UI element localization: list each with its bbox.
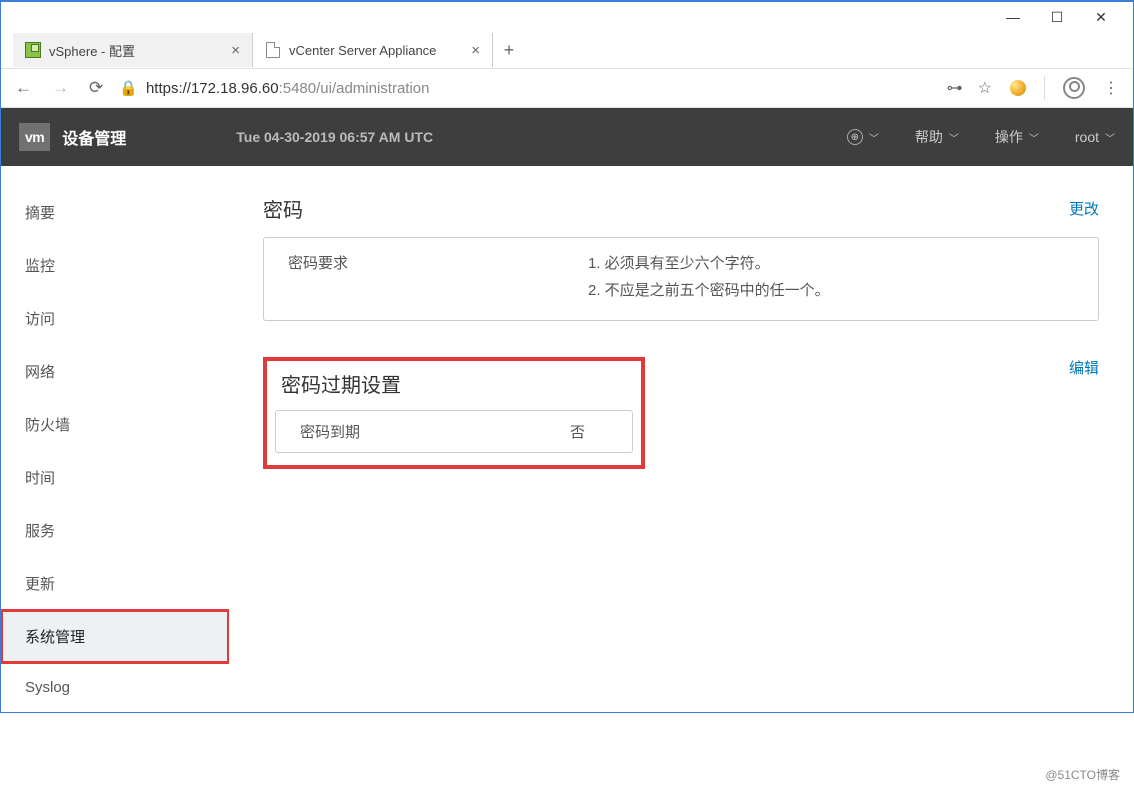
sidebar-item-summary[interactable]: 摘要 bbox=[1, 186, 229, 239]
password-section: 密码 更改 密码要求 1. 必须具有至少六个字符。 2. 不应是之前五个密码中的… bbox=[263, 194, 1099, 321]
reload-button[interactable]: ⟳ bbox=[89, 78, 103, 98]
url-path: /ui/administration bbox=[316, 80, 429, 97]
vsphere-icon bbox=[25, 42, 41, 58]
password-req-1: 1. 必须具有至少六个字符。 bbox=[588, 252, 1074, 273]
chevron-down-icon: ﹀ bbox=[1105, 130, 1115, 145]
language-menu[interactable]: ⊕ ﹀ bbox=[847, 129, 879, 145]
password-expiry-section: 密码过期设置 密码到期 否 编辑 bbox=[263, 357, 1099, 469]
password-req-2: 2. 不应是之前五个密码中的任一个。 bbox=[588, 279, 1074, 300]
close-tab-icon[interactable]: × bbox=[231, 42, 240, 59]
lock-icon: 🔒 bbox=[119, 79, 138, 97]
back-button[interactable]: ← bbox=[15, 78, 32, 98]
password-expiry-value: 否 bbox=[570, 421, 585, 442]
password-expiry-highlight: 密码过期设置 密码到期 否 bbox=[263, 357, 645, 469]
url-proto: https:// bbox=[146, 80, 191, 97]
globe-icon: ⊕ bbox=[847, 129, 863, 145]
tab-vcenter[interactable]: vCenter Server Appliance × bbox=[253, 33, 493, 67]
new-tab-button[interactable]: + bbox=[493, 40, 525, 61]
sidebar-item-syslog[interactable]: Syslog bbox=[1, 663, 229, 712]
close-window-button[interactable]: ✕ bbox=[1079, 9, 1123, 26]
actions-menu[interactable]: 操作 ﹀ bbox=[995, 127, 1039, 147]
tab-label: vSphere - 配置 bbox=[49, 41, 135, 60]
chevron-down-icon: ﹀ bbox=[1029, 130, 1039, 145]
sidebar-item-firewall[interactable]: 防火墙 bbox=[1, 398, 229, 451]
sidebar-item-network[interactable]: 网络 bbox=[1, 345, 229, 398]
chevron-down-icon: ﹀ bbox=[949, 130, 959, 145]
password-expiry-box: 密码到期 否 bbox=[275, 410, 633, 453]
sidebar-item-administration[interactable]: 系统管理 bbox=[1, 610, 229, 663]
minimize-button[interactable]: — bbox=[991, 9, 1035, 25]
watermark: @51CTO博客 bbox=[1045, 766, 1120, 783]
help-menu[interactable]: 帮助 ﹀ bbox=[915, 127, 959, 147]
sidebar-item-monitor[interactable]: 监控 bbox=[1, 239, 229, 292]
menu-icon[interactable]: ⋮ bbox=[1103, 78, 1119, 98]
window-controls: — ☐ ✕ bbox=[1, 2, 1133, 32]
edit-expiry-link[interactable]: 编辑 bbox=[1069, 357, 1099, 378]
file-icon bbox=[265, 42, 281, 58]
password-expiry-label: 密码到期 bbox=[300, 421, 570, 442]
tab-label: vCenter Server Appliance bbox=[289, 43, 436, 58]
star-icon[interactable]: ☆ bbox=[978, 78, 992, 98]
password-title: 密码 bbox=[263, 194, 303, 223]
chevron-down-icon: ﹀ bbox=[869, 130, 879, 145]
sidebar-item-access[interactable]: 访问 bbox=[1, 292, 229, 345]
vmware-logo: vm bbox=[19, 123, 50, 151]
profile-icon[interactable] bbox=[1063, 77, 1085, 99]
close-tab-icon[interactable]: × bbox=[471, 42, 480, 59]
idm-icon[interactable] bbox=[1010, 80, 1026, 96]
password-req-label: 密码要求 bbox=[288, 252, 588, 306]
key-icon[interactable]: ⊶ bbox=[947, 78, 960, 98]
app-time: Tue 04-30-2019 06:57 AM UTC bbox=[236, 129, 433, 145]
password-requirements-box: 密码要求 1. 必须具有至少六个字符。 2. 不应是之前五个密码中的任一个。 bbox=[263, 237, 1099, 321]
user-label: root bbox=[1075, 129, 1099, 145]
user-menu[interactable]: root ﹀ bbox=[1075, 129, 1115, 145]
sidebar-item-time[interactable]: 时间 bbox=[1, 451, 229, 504]
address-bar: ← → ⟳ 🔒 https://172.18.96.60:5480/ui/adm… bbox=[1, 68, 1133, 108]
sidebar-item-update[interactable]: 更新 bbox=[1, 557, 229, 610]
url-host: 172.18.96.60 bbox=[191, 80, 279, 97]
app-header: vm 设备管理 Tue 04-30-2019 06:57 AM UTC ⊕ ﹀ … bbox=[1, 108, 1133, 166]
change-password-link[interactable]: 更改 bbox=[1069, 198, 1099, 219]
url-port: :5480 bbox=[279, 80, 317, 97]
content-pane: 密码 更改 密码要求 1. 必须具有至少六个字符。 2. 不应是之前五个密码中的… bbox=[229, 166, 1133, 712]
actions-label: 操作 bbox=[995, 127, 1023, 147]
password-expiry-title: 密码过期设置 bbox=[275, 369, 633, 398]
sidebar-item-services[interactable]: 服务 bbox=[1, 504, 229, 557]
help-label: 帮助 bbox=[915, 127, 943, 147]
url-input[interactable]: 🔒 https://172.18.96.60:5480/ui/administr… bbox=[119, 79, 930, 97]
tab-bar: vSphere - 配置 × vCenter Server Appliance … bbox=[1, 32, 1133, 68]
tab-vsphere[interactable]: vSphere - 配置 × bbox=[13, 33, 253, 67]
maximize-button[interactable]: ☐ bbox=[1035, 9, 1079, 26]
forward-button[interactable]: → bbox=[52, 78, 69, 98]
sidebar: 摘要 监控 访问 网络 防火墙 时间 服务 更新 系统管理 Syslog bbox=[1, 166, 229, 712]
app-title: 设备管理 bbox=[62, 125, 126, 149]
